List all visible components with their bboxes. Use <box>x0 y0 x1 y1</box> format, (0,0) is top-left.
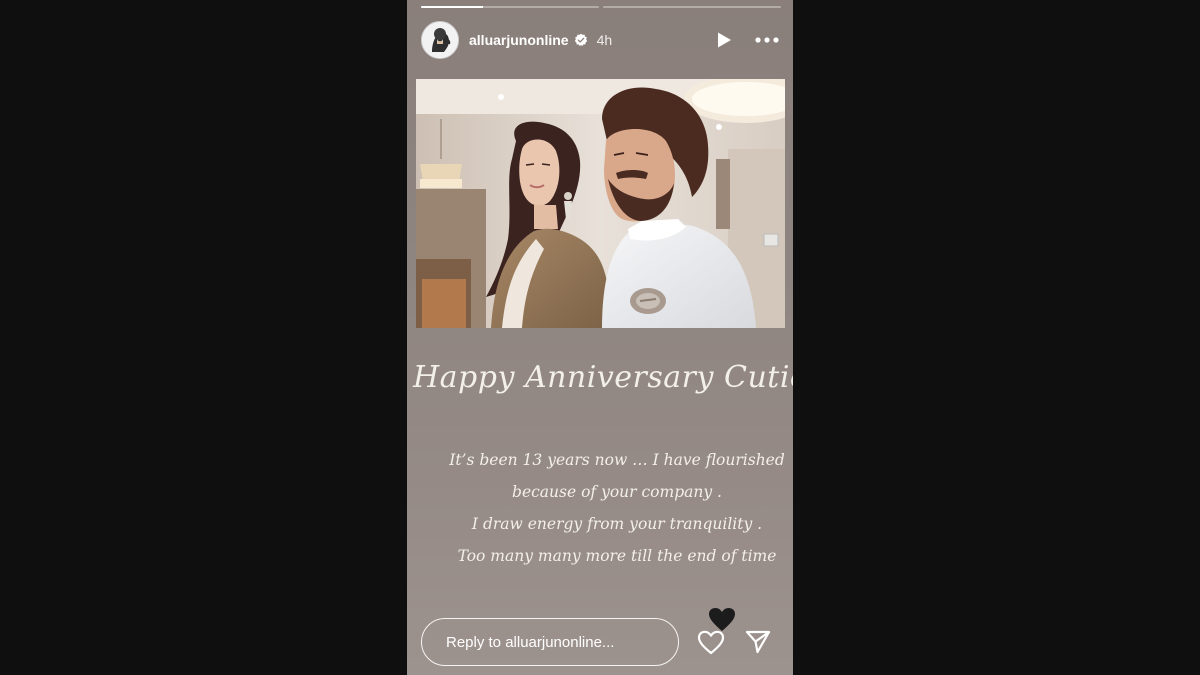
couple-photo-illustration <box>416 79 785 328</box>
story-timestamp: 4h <box>596 32 613 48</box>
reply-placeholder: Reply to alluarjunonline... <box>446 633 615 651</box>
header-actions <box>715 31 779 49</box>
page-background: alluarjunonline 4h Happy Anniversary Cut… <box>0 0 1200 675</box>
more-options-icon[interactable] <box>755 37 779 43</box>
progress-segment <box>421 6 599 8</box>
verified-badge-icon <box>574 33 588 47</box>
story-username[interactable]: alluarjunonline <box>469 32 569 48</box>
message-text: It’s been 13 years now … I have flourish… <box>447 444 787 572</box>
message-line: because of your company . <box>512 483 722 501</box>
heart-outline-icon[interactable] <box>697 629 725 657</box>
send-paper-plane-icon[interactable] <box>744 628 772 656</box>
reply-input[interactable]: Reply to alluarjunonline... <box>421 618 679 666</box>
play-icon[interactable] <box>715 31 733 49</box>
message-line: It’s been 13 years now … I have flourish… <box>449 451 785 469</box>
story-header: alluarjunonline 4h <box>421 20 779 60</box>
message-line: I draw energy from your tranquility . <box>471 515 763 533</box>
headline-text: Happy Anniversary Cutie <box>413 360 793 395</box>
progress-segment <box>603 6 781 8</box>
profile-avatar[interactable] <box>421 21 459 59</box>
story-progress <box>421 6 781 8</box>
story-viewer[interactable]: alluarjunonline 4h Happy Anniversary Cut… <box>407 0 793 675</box>
story-photo <box>416 79 785 328</box>
avatar-image <box>422 22 458 58</box>
message-line: Too many many more till the end of time <box>457 547 777 565</box>
